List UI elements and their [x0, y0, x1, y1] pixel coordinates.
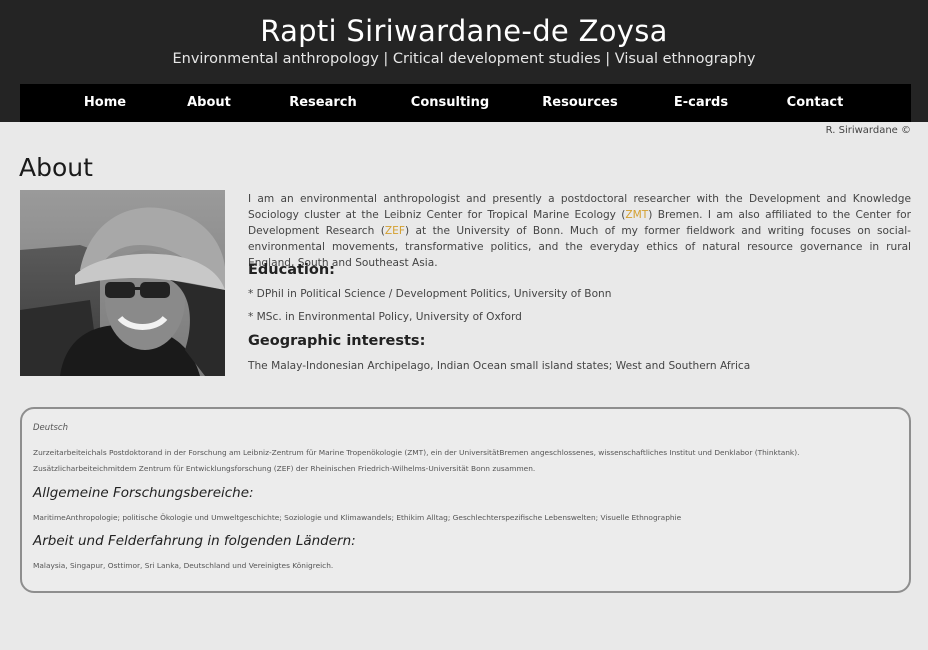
deutsch-paragraph-line: Zusätzlicharbeiteichmitdem Zentrum für E… — [33, 464, 536, 473]
main-nav: Home About Research Consulting Resources… — [20, 84, 911, 122]
nav-research[interactable]: Research — [289, 84, 357, 122]
site-subtitle: Environmental anthropology | Critical de… — [172, 51, 756, 67]
deutsch-paragraph-line: Zurzeitarbeiteichals Postdoktorand in de… — [33, 448, 800, 457]
education-item: * DPhil in Political Science / Developme… — [248, 288, 612, 300]
portrait-photo — [20, 190, 225, 376]
nav-ecards[interactable]: E-cards — [674, 84, 728, 122]
intro-paragraph: I am an environmental anthropologist and… — [248, 191, 911, 271]
research-areas-text: MaritimeAnthropologie; politische Ökolog… — [33, 513, 682, 522]
nav-about[interactable]: About — [187, 84, 231, 122]
research-areas-heading: Allgemeine Forschungsbereiche: — [33, 485, 254, 501]
countries-heading: Arbeit und Felderfahrung in folgenden Lä… — [33, 533, 356, 549]
site-title: Rapti Siriwardane-de Zoysa — [260, 14, 668, 48]
zmt-link[interactable]: ZMT — [625, 209, 648, 221]
deutsch-section: Deutsch Zurzeitarbeiteichals Postdoktora… — [20, 407, 911, 593]
education-item: * MSc. in Environmental Policy, Universi… — [248, 311, 522, 323]
nav-consulting[interactable]: Consulting — [411, 84, 489, 122]
nav-contact[interactable]: Contact — [787, 84, 844, 122]
site-header: Rapti Siriwardane-de Zoysa Environmental… — [0, 0, 928, 122]
deutsch-label: Deutsch — [33, 423, 68, 433]
nav-resources[interactable]: Resources — [542, 84, 617, 122]
geo-heading: Geographic interests: — [248, 333, 426, 349]
zef-link[interactable]: ZEF — [385, 225, 405, 237]
countries-text: Malaysia, Singapur, Osttimor, Sri Lanka,… — [33, 561, 334, 570]
copyright-notice: R. Siriwardane © — [825, 125, 911, 136]
nav-home[interactable]: Home — [84, 84, 126, 122]
education-heading: Education: — [248, 262, 335, 278]
about-intro: I am an environmental anthropologist and… — [248, 191, 911, 271]
geo-text: The Malay-Indonesian Archipelago, Indian… — [248, 360, 751, 372]
page-title: About — [19, 153, 93, 182]
